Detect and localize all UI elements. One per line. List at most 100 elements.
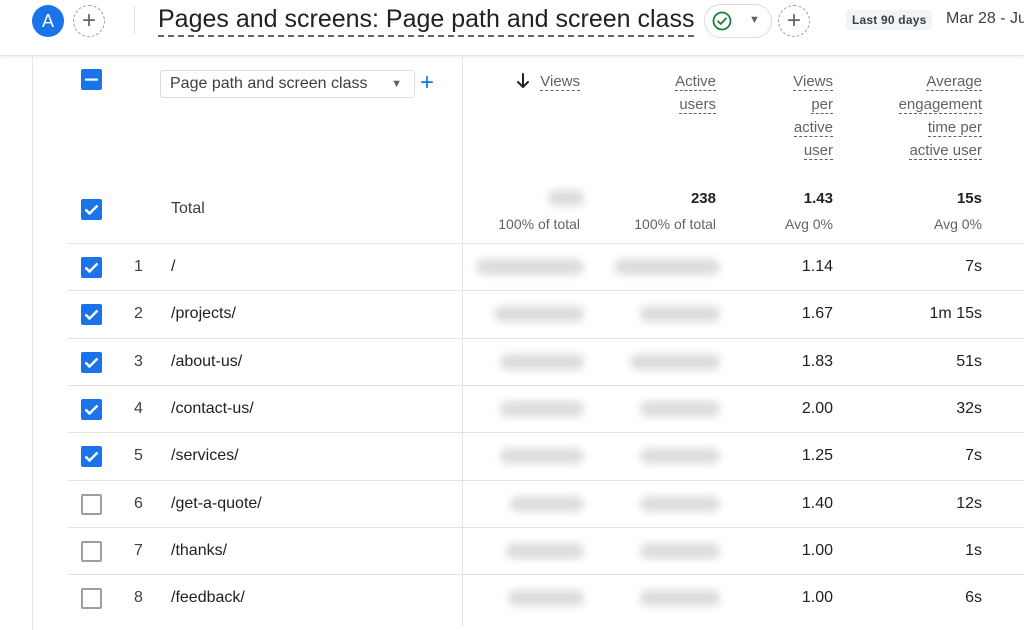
total-active-users: 238 xyxy=(690,190,716,207)
column-header-label-line: users xyxy=(679,96,716,114)
avg-engagement-cell: 6s xyxy=(965,589,982,607)
avg-engagement-cell: 7s xyxy=(965,258,982,275)
page-path-link[interactable]: /contact-us/ xyxy=(171,400,254,418)
redacted-active-users xyxy=(640,400,720,417)
column-header-label-line: Views xyxy=(793,73,833,91)
caret-down-icon: ▼ xyxy=(391,78,402,90)
dimension-selector-label: Page path and screen class xyxy=(170,75,368,92)
page-path-link[interactable]: /get-a-quote/ xyxy=(171,495,262,513)
total-views-per-user-sub: Avg 0% xyxy=(785,216,833,232)
redacted-active-users xyxy=(614,259,720,275)
row-number: 1 xyxy=(134,258,143,275)
avg-engagement-cell: 12s xyxy=(956,494,982,512)
add-card-button[interactable]: + xyxy=(778,5,810,37)
page-path-link[interactable]: /about-us/ xyxy=(171,353,242,371)
total-views-sub: 100% of total xyxy=(498,216,580,232)
column-header-views-per-user[interactable]: Views per active user xyxy=(793,70,833,162)
row-checkbox[interactable] xyxy=(81,588,102,610)
row-number: 7 xyxy=(134,541,143,559)
column-header-views[interactable]: Views xyxy=(540,70,580,93)
date-range-label[interactable]: Last 90 days xyxy=(846,10,933,30)
report-status-dropdown[interactable]: ▼ xyxy=(704,4,772,38)
row-checkbox[interactable] xyxy=(81,446,102,468)
redacted-value xyxy=(548,190,584,206)
views-per-user-cell: 1.25 xyxy=(801,447,833,465)
plus-icon: + xyxy=(786,7,801,34)
column-header-label-line: engagement xyxy=(898,96,982,114)
total-checkbox[interactable] xyxy=(81,199,102,220)
column-header-label-line: per xyxy=(811,96,833,114)
row-number: 8 xyxy=(134,589,143,607)
redacted-active-users xyxy=(640,542,720,559)
table-row[interactable]: 8/feedback/1.00 6s xyxy=(68,574,1024,621)
page-path-link[interactable]: /services/ xyxy=(171,447,239,465)
table-row[interactable]: 3/about-us/1.83 51s xyxy=(68,337,1024,385)
views-per-user-cell: 1.00 xyxy=(801,589,833,607)
page-path-link[interactable]: /feedback/ xyxy=(171,589,245,607)
table-row[interactable]: 2/projects/1.67 1m 15s xyxy=(68,290,1024,337)
row-checkbox[interactable] xyxy=(81,398,102,420)
redacted-active-users xyxy=(640,495,720,512)
page-path-link[interactable]: /thanks/ xyxy=(171,542,227,560)
avg-engagement-cell: 1m 15s xyxy=(929,305,982,323)
row-number: 3 xyxy=(134,352,143,370)
page-title[interactable]: Pages and screens: Page path and screen … xyxy=(158,5,695,37)
dimension-selector[interactable]: Page path and screen class ▼ xyxy=(160,70,415,98)
column-header-label-line: Active xyxy=(675,73,716,91)
check-circle-icon xyxy=(712,11,732,31)
redacted-views xyxy=(476,259,584,275)
column-header-label-line: active user xyxy=(909,142,982,160)
redacted-active-users xyxy=(640,306,720,323)
row-checkbox[interactable] xyxy=(81,540,102,562)
row-checkbox[interactable] xyxy=(81,304,102,326)
row-number: 6 xyxy=(134,494,143,512)
table-row[interactable]: 7/thanks/1.00 1s xyxy=(68,526,1024,574)
column-header-label-line: active xyxy=(793,119,833,137)
redacted-views xyxy=(510,495,584,512)
table-row[interactable]: 6/get-a-quote/1.40 12s xyxy=(68,479,1024,527)
checkmark-icon xyxy=(84,451,99,463)
column-header-label-line: Average xyxy=(926,73,982,91)
redacted-active-users xyxy=(630,353,720,370)
row-checkbox[interactable] xyxy=(81,493,102,515)
page-path-link[interactable]: /projects/ xyxy=(171,305,236,323)
date-range-value[interactable]: Mar 28 - Ju xyxy=(946,10,1024,28)
total-avg-engagement-sub: Avg 0% xyxy=(934,216,982,232)
redacted-views xyxy=(500,400,584,417)
column-header-active-users[interactable]: Active users xyxy=(675,70,716,116)
total-label: Total xyxy=(171,200,205,217)
row-number: 5 xyxy=(134,447,143,465)
checkmark-icon xyxy=(84,357,99,368)
redacted-active-users xyxy=(640,590,720,607)
views-per-user-cell: 1.40 xyxy=(801,494,833,512)
redacted-views xyxy=(508,590,584,607)
views-per-user-cell: 1.14 xyxy=(801,258,833,275)
header-divider xyxy=(134,6,135,34)
views-per-user-cell: 1.00 xyxy=(801,541,833,559)
views-per-user-cell: 1.83 xyxy=(801,352,833,370)
table-row[interactable]: 5/services/1.25 7s xyxy=(68,432,1024,479)
checkmark-icon xyxy=(84,404,99,416)
select-all-checkbox[interactable] xyxy=(81,69,102,90)
indeterminate-icon xyxy=(85,78,98,81)
column-header-views-label: Views xyxy=(540,73,580,91)
views-per-user-cell: 2.00 xyxy=(801,399,833,417)
page-path-link[interactable]: / xyxy=(171,258,175,276)
column-header-avg-engagement[interactable]: Average engagement time per active user xyxy=(898,70,982,162)
row-checkbox[interactable] xyxy=(81,257,102,278)
avg-engagement-cell: 51s xyxy=(956,352,982,370)
redacted-active-users xyxy=(640,448,720,465)
arrow-down-icon xyxy=(517,73,529,88)
table-row[interactable]: 1 / 1.14 7s xyxy=(68,243,1024,290)
table-row[interactable]: 4/contact-us/2.00 32s xyxy=(68,384,1024,432)
add-comparison-button[interactable]: + xyxy=(73,5,105,37)
redacted-views xyxy=(500,353,584,370)
plus-icon: + xyxy=(81,7,96,34)
comparison-avatar[interactable]: A xyxy=(32,5,64,37)
report-header: A + Pages and screens: Page path and scr… xyxy=(0,0,1024,56)
column-header-label-line: time per xyxy=(927,119,982,137)
row-checkbox[interactable] xyxy=(81,351,102,373)
redacted-views xyxy=(506,542,584,559)
add-dimension-button[interactable]: + xyxy=(420,69,434,97)
avg-engagement-cell: 1s xyxy=(965,541,982,559)
